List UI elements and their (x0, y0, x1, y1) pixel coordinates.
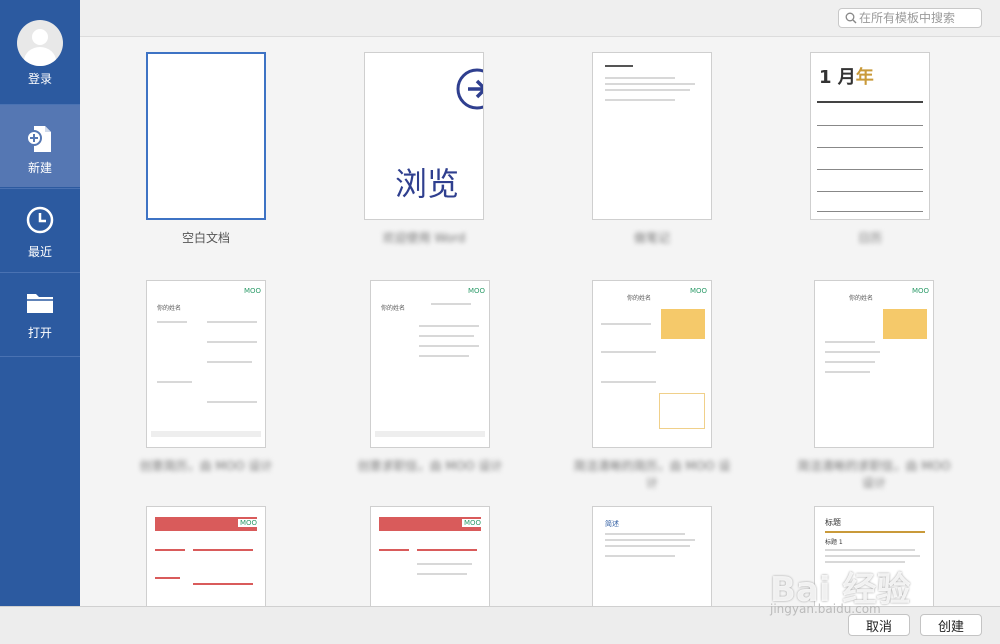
gold-block (883, 309, 927, 339)
search-box[interactable] (838, 8, 982, 28)
divider (0, 356, 80, 357)
template-thumbnail[interactable]: 简述 (592, 506, 712, 606)
template-caption: 空白文档 (181, 231, 230, 245)
thumb-subheading: 标题 1 (825, 539, 843, 546)
gold-block (661, 309, 705, 339)
sidebar-item-recent[interactable]: 最近 (0, 205, 80, 267)
moo-badge: MOO (689, 287, 707, 295)
moo-badge: MOO (461, 519, 483, 527)
moo-badge: MOO (467, 287, 485, 295)
thumb-title: 浏览 (395, 165, 460, 203)
sidebar: 登录 新建 最近 打开 (0, 0, 80, 606)
cancel-button[interactable]: 取消 (848, 614, 910, 636)
folder-icon (27, 294, 53, 313)
template-thumbnail[interactable] (146, 52, 266, 220)
template-thumbnail[interactable] (592, 52, 712, 220)
sidebar-item-open[interactable]: 打开 (0, 290, 80, 352)
create-button[interactable]: 创建 (920, 614, 982, 636)
thumb-heading: 标题 (825, 518, 841, 527)
search-input[interactable] (859, 10, 977, 26)
thumb-name: 你的姓名 (627, 295, 652, 302)
search-icon (845, 12, 857, 24)
template-thumbnail[interactable]: MOO 你的姓名 (370, 280, 490, 448)
toolbar (80, 0, 1000, 37)
calendar-title: 1 月年 (819, 67, 874, 88)
template-caption: 创意简历，由 MOO 设计 (139, 459, 273, 473)
gold-frame (659, 393, 705, 429)
template-thumbnail[interactable]: 浏览 (364, 52, 484, 220)
moo-badge: MOO (237, 519, 259, 527)
template-caption: 简洁清晰的简历，由 MOO 设计 (573, 459, 731, 490)
moo-badge: MOO (911, 287, 929, 295)
thumb-name: 你的姓名 (157, 305, 182, 312)
template-caption: 欢迎使用 Word (382, 231, 466, 245)
avatar-icon (17, 20, 63, 66)
sidebar-item-label: 最近 (27, 245, 52, 259)
sidebar-item-login[interactable]: 登录 (0, 20, 80, 100)
template-caption: 简洁清晰的求职信，由 MOO 设计 (797, 459, 951, 490)
new-document-icon (26, 126, 51, 152)
template-thumbnail[interactable]: MOO 你的姓名 (592, 280, 712, 448)
clock-icon (26, 206, 54, 234)
template-thumbnail[interactable]: MOO (146, 506, 266, 606)
template-thumbnail[interactable]: MOO 你的姓名 (814, 280, 934, 448)
sidebar-item-label: 新建 (27, 161, 52, 175)
watermark-url: jingyan.baidu.com (770, 602, 881, 616)
sidebar-item-new[interactable]: 新建 (0, 105, 80, 187)
divider (0, 188, 80, 189)
thumb-name: 你的姓名 (849, 295, 874, 302)
sidebar-item-label: 登录 (27, 72, 52, 86)
moo-badge: MOO (243, 287, 261, 295)
sidebar-item-label: 打开 (27, 326, 52, 340)
template-caption: 日历 (857, 231, 882, 245)
template-gallery: 空白文档 浏览 欢迎使用 Word 做笔记 1 月年 日历 MOO 你的姓名 创… (80, 37, 1000, 606)
template-thumbnail[interactable]: 1 月年 (810, 52, 930, 220)
template-thumbnail[interactable]: MOO (370, 506, 490, 606)
thumb-heading: 简述 (605, 520, 619, 528)
arrow-right-circle-icon (456, 68, 483, 110)
template-thumbnail[interactable]: MOO 你的姓名 (146, 280, 266, 448)
template-caption: 创意求职信，由 MOO 设计 (357, 459, 503, 473)
divider (0, 272, 80, 273)
thumb-name: 你的姓名 (381, 305, 406, 312)
template-caption: 做笔记 (633, 231, 670, 245)
